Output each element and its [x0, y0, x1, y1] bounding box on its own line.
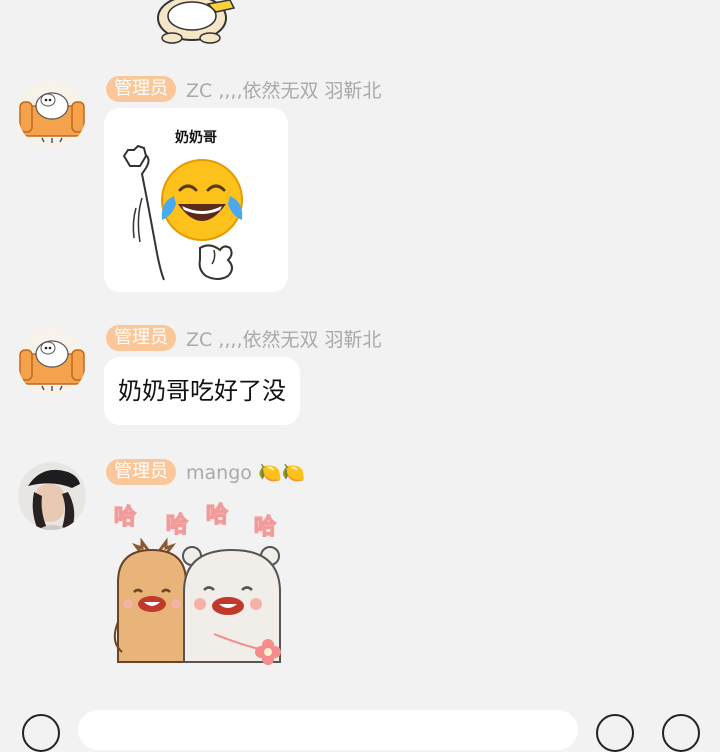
admin-badge: 管理员 — [106, 325, 176, 351]
message-input[interactable] — [78, 710, 578, 750]
lemon-emoji: 🍋🍋 — [257, 461, 306, 484]
message-meta: 管理员 ZC ,,,,依然无双 羽靳北 — [106, 76, 382, 102]
message-meta: 管理员 mango 🍋🍋 — [106, 459, 305, 485]
haha-char: 哈 — [166, 512, 188, 538]
sender-name-text: mango — [186, 461, 252, 484]
avatar[interactable] — [18, 328, 86, 396]
sheep-on-couch-avatar-icon — [18, 80, 86, 148]
avatar[interactable] — [18, 80, 86, 148]
sticker-bubble[interactable]: 奶奶哥 — [104, 108, 288, 292]
deer-and-bear-laughing-icon: 哈 哈 哈 哈 — [113, 501, 281, 665]
sheep-on-couch-avatar-icon — [18, 328, 86, 396]
sender-name[interactable]: mango 🍋🍋 — [186, 461, 305, 484]
message-meta: 管理员 ZC ,,,,依然无双 羽靳北 — [106, 325, 382, 351]
sender-name[interactable]: ZC ,,,,依然无双 羽靳北 — [186, 76, 382, 103]
admin-badge: 管理员 — [106, 459, 176, 485]
sender-name[interactable]: ZC ,,,,依然无双 羽靳北 — [186, 325, 382, 352]
woman-in-cap-avatar-icon — [18, 462, 86, 530]
haha-char: 哈 — [206, 502, 228, 528]
crying-laughing-sticker-icon: 奶奶哥 — [122, 129, 243, 281]
text-bubble[interactable]: 奶奶哥吃好了没 — [104, 357, 300, 425]
avatar[interactable] — [18, 462, 86, 530]
haha-char: 哈 — [254, 514, 276, 540]
input-bar — [0, 700, 720, 752]
sheep-sticker-icon — [157, 0, 236, 44]
sticker-caption: 奶奶哥 — [175, 129, 217, 146]
laughing-friends-sticker[interactable]: 哈 哈 哈 哈 — [104, 492, 288, 676]
top-sticker[interactable] — [150, 0, 240, 44]
haha-char: 哈 — [114, 504, 136, 530]
admin-badge: 管理员 — [106, 76, 176, 102]
